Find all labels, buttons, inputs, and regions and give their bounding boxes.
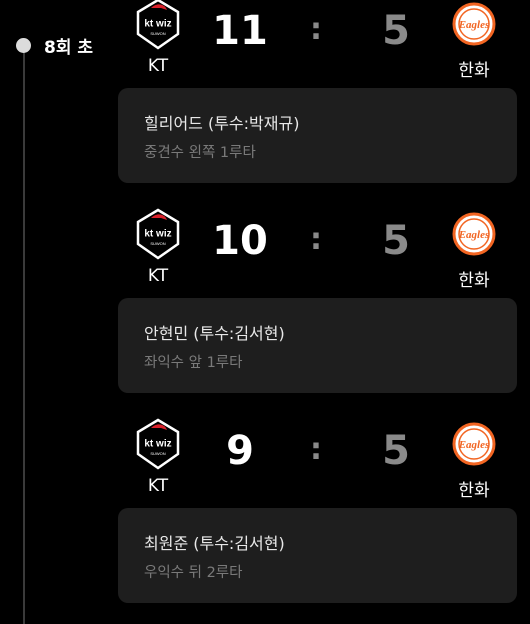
play-entry: kt wiz SUWON KT 10 : 5 Eagles 한화 안현민 (투수… xyxy=(118,208,517,393)
score-separator: : xyxy=(310,12,322,47)
inning-label: 8회 초 xyxy=(44,38,94,58)
away-team: Eagles 한화 xyxy=(444,0,504,81)
batter-pitcher-text: 최원준 (투수:김서현) xyxy=(144,534,285,553)
svg-text:kt wiz: kt wiz xyxy=(144,19,171,30)
batter-pitcher-text: 안현민 (투수:김서현) xyxy=(144,324,285,343)
home-team-name: KT xyxy=(147,266,169,286)
away-team-name: 한화 xyxy=(458,481,490,501)
svg-text:SUWON: SUWON xyxy=(150,241,165,246)
svg-text:SUWON: SUWON xyxy=(150,451,165,456)
away-score: 5 xyxy=(382,8,410,54)
away-team-name: 한화 xyxy=(458,61,490,81)
home-score: 10 xyxy=(212,218,268,264)
scoreline: kt wiz SUWON KT 9 : 5 Eagles 한화 xyxy=(118,418,517,508)
kt-wiz-logo-icon: kt wiz SUWON xyxy=(128,208,188,260)
play-detail-card: 최원준 (투수:김서현) 우익수 뒤 2루타 xyxy=(118,508,517,603)
score-separator: : xyxy=(310,222,322,257)
home-team: kt wiz SUWON KT xyxy=(128,418,188,496)
home-score: 11 xyxy=(212,8,268,54)
home-team: kt wiz SUWON KT xyxy=(128,0,188,76)
kt-wiz-logo-icon: kt wiz SUWON xyxy=(128,0,188,50)
eagles-logo-icon: Eagles xyxy=(444,418,504,470)
eagles-logo-icon: Eagles xyxy=(444,0,504,50)
batter-pitcher-text: 힐리어드 (투수:박재규) xyxy=(144,114,300,133)
svg-text:Eagles: Eagles xyxy=(458,19,490,31)
play-by-play-timeline: 8회 초 kt wiz SUWON KT 11 : 5 Eagles 한화 힐리… xyxy=(0,0,530,624)
away-team: Eagles 한화 xyxy=(444,208,504,291)
play-detail-card: 힐리어드 (투수:박재규) 중견수 왼쪽 1루타 xyxy=(118,88,517,183)
play-result-text: 중견수 왼쪽 1루타 xyxy=(144,145,256,161)
play-detail-card: 안현민 (투수:김서현) 좌익수 앞 1루타 xyxy=(118,298,517,393)
home-team: kt wiz SUWON KT xyxy=(128,208,188,286)
svg-text:kt wiz: kt wiz xyxy=(144,439,171,450)
play-result-text: 좌익수 앞 1루타 xyxy=(144,355,243,371)
timeline-line xyxy=(23,52,25,624)
inning-marker: 8회 초 xyxy=(16,33,93,58)
away-score: 5 xyxy=(382,428,410,474)
timeline-dot-icon xyxy=(16,38,31,53)
eagles-logo-icon: Eagles xyxy=(444,208,504,260)
home-team-name: KT xyxy=(147,56,169,76)
home-team-name: KT xyxy=(147,476,169,496)
away-score: 5 xyxy=(382,218,410,264)
svg-text:Eagles: Eagles xyxy=(458,229,490,241)
home-score: 9 xyxy=(226,428,254,474)
away-team: Eagles 한화 xyxy=(444,418,504,501)
kt-wiz-logo-icon: kt wiz SUWON xyxy=(128,418,188,470)
svg-text:Eagles: Eagles xyxy=(458,439,490,451)
svg-text:kt wiz: kt wiz xyxy=(144,229,171,240)
play-entry: kt wiz SUWON KT 11 : 5 Eagles 한화 힐리어드 (투… xyxy=(118,0,517,183)
svg-text:SUWON: SUWON xyxy=(150,31,165,36)
score-separator: : xyxy=(310,432,322,467)
scoreline: kt wiz SUWON KT 11 : 5 Eagles 한화 xyxy=(118,0,517,88)
away-team-name: 한화 xyxy=(458,271,490,291)
scoreline: kt wiz SUWON KT 10 : 5 Eagles 한화 xyxy=(118,208,517,298)
play-result-text: 우익수 뒤 2루타 xyxy=(144,565,243,581)
play-entry: kt wiz SUWON KT 9 : 5 Eagles 한화 최원준 (투수:… xyxy=(118,418,517,603)
